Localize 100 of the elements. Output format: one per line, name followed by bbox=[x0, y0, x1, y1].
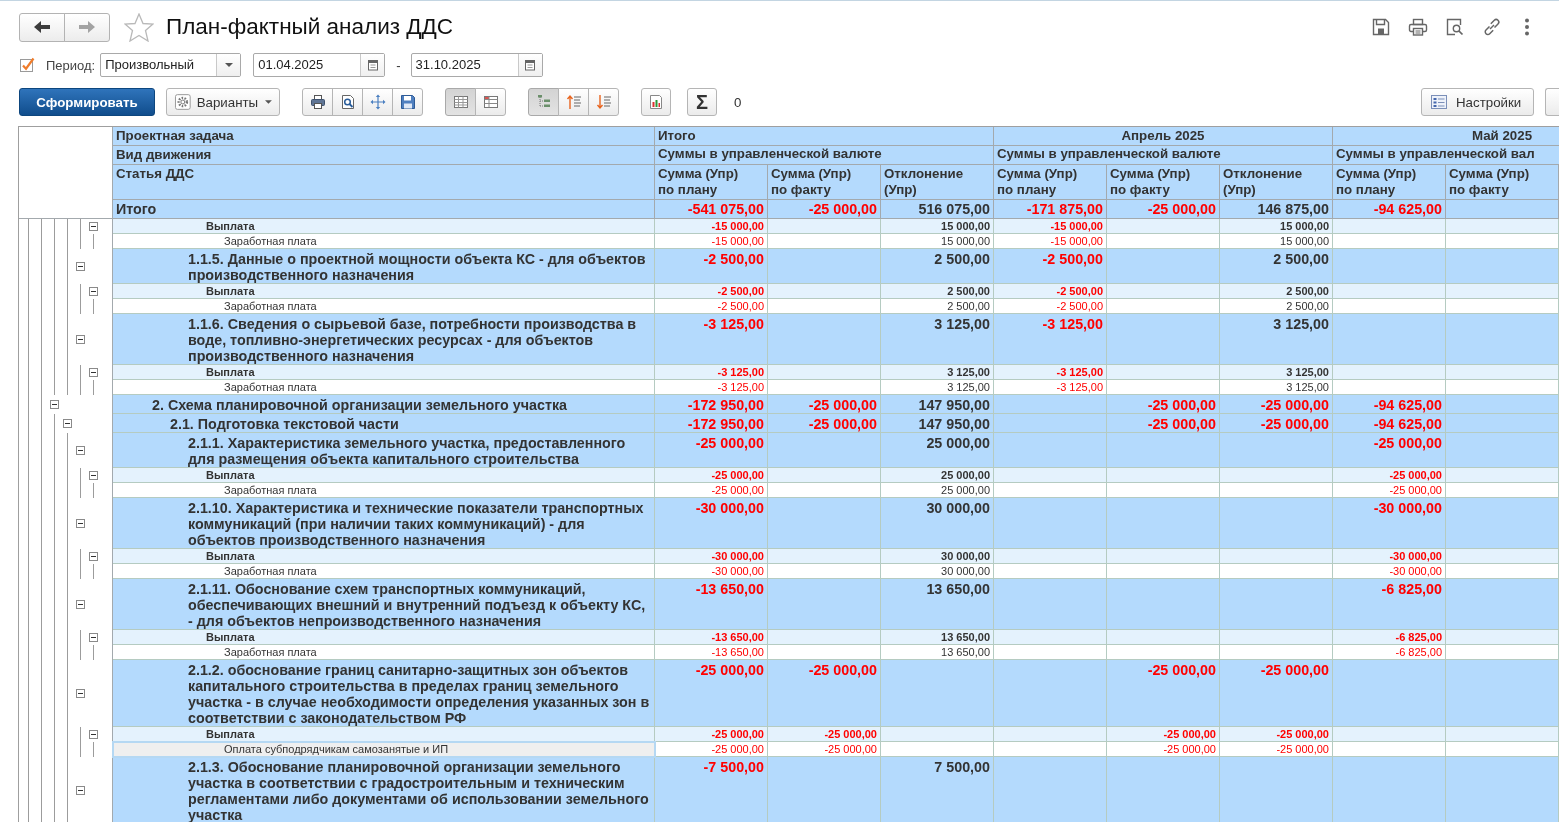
amount-cell: 2 500,00 bbox=[881, 249, 994, 284]
article-label: Заработная плата bbox=[113, 380, 655, 395]
list-icon bbox=[1430, 94, 1448, 110]
print-button[interactable] bbox=[302, 88, 333, 116]
calendar-button[interactable] bbox=[517, 54, 542, 76]
section-label: 2.1. Подготовка текстовой части bbox=[113, 414, 655, 433]
period-type-field[interactable]: Произвольный bbox=[100, 53, 242, 77]
amount-cell: 13 650,00 bbox=[881, 630, 994, 645]
collapse-icon[interactable] bbox=[76, 600, 85, 609]
total-amount: -25 000,00 bbox=[1107, 200, 1220, 219]
preview-button[interactable] bbox=[1444, 17, 1466, 37]
column-header: Отклонение (Упр) bbox=[1220, 165, 1333, 200]
amount-cell: -25 000,00 bbox=[1220, 395, 1333, 414]
collapse-icon[interactable] bbox=[89, 287, 98, 296]
amount-cell: -2 500,00 bbox=[655, 284, 768, 299]
movement-label: Выплата bbox=[113, 219, 655, 234]
movement-label: Выплата bbox=[113, 549, 655, 564]
amount-cell: 3 125,00 bbox=[881, 380, 994, 395]
table-icon bbox=[452, 94, 469, 110]
amount-cell: 13 650,00 bbox=[881, 645, 994, 660]
gear-icon bbox=[174, 93, 192, 111]
table-view-button[interactable] bbox=[445, 88, 476, 116]
total-amount: -25 000,00 bbox=[768, 200, 881, 219]
amount-cell: 147 950,00 bbox=[881, 395, 994, 414]
settings-button[interactable]: Настройки bbox=[1421, 88, 1534, 116]
collapse-icon[interactable] bbox=[76, 786, 85, 795]
calendar-button[interactable] bbox=[360, 54, 385, 76]
column-header: Сумма (Упр) по факту bbox=[1446, 165, 1559, 200]
amount-cell: -25 000,00 bbox=[1333, 433, 1446, 468]
collapse-icon[interactable] bbox=[76, 335, 85, 344]
date-from-field[interactable]: 01.04.2025 bbox=[253, 53, 386, 77]
collapse-icon[interactable] bbox=[76, 262, 85, 271]
amount-cell: -25 000,00 bbox=[655, 660, 768, 727]
amount-cell: -25 000,00 bbox=[1107, 742, 1220, 757]
printer-icon bbox=[309, 94, 326, 110]
grid-view-button[interactable] bbox=[475, 88, 506, 116]
column-header: Сумма (Упр) по факту bbox=[1107, 165, 1220, 200]
star-icon[interactable] bbox=[124, 12, 154, 42]
generate-button[interactable]: Сформировать bbox=[19, 88, 155, 116]
collapse-icon[interactable] bbox=[89, 552, 98, 561]
collapse-icon[interactable] bbox=[63, 419, 72, 428]
variants-button[interactable]: Варианты bbox=[166, 88, 280, 116]
amount-cell: -30 000,00 bbox=[655, 498, 768, 549]
bar-chart-icon bbox=[648, 94, 664, 110]
amount-cell: -94 625,00 bbox=[1333, 414, 1446, 433]
amount-cell: -25 000,00 bbox=[1220, 727, 1333, 742]
document-search-icon bbox=[1445, 17, 1465, 37]
article-label: Заработная плата bbox=[113, 645, 655, 660]
column-header: Сумма (Упр) по плану bbox=[655, 165, 768, 200]
amount-cell: -94 625,00 bbox=[1333, 395, 1446, 414]
amount-cell: 13 650,00 bbox=[881, 579, 994, 630]
collapse-icon[interactable] bbox=[89, 222, 98, 231]
amount-cell: -172 950,00 bbox=[655, 414, 768, 433]
print-button[interactable] bbox=[1407, 17, 1429, 37]
dropdown-button[interactable] bbox=[216, 54, 241, 76]
period-checkbox[interactable] bbox=[19, 57, 35, 73]
chart-button[interactable] bbox=[641, 88, 671, 116]
collapse-icon[interactable] bbox=[76, 446, 85, 455]
preview-button[interactable] bbox=[332, 88, 363, 116]
save-button[interactable] bbox=[392, 88, 423, 116]
amount-cell: -30 000,00 bbox=[1333, 549, 1446, 564]
amount-cell: 3 125,00 bbox=[881, 365, 994, 380]
amount-cell: -25 000,00 bbox=[768, 727, 881, 742]
article-label: Заработная плата bbox=[113, 564, 655, 579]
article-label: Заработная плата bbox=[113, 299, 655, 314]
amount-cell: -25 000,00 bbox=[1220, 414, 1333, 433]
amount-cell: -3 125,00 bbox=[994, 314, 1107, 365]
total-amount: -94 625,00 bbox=[1333, 200, 1446, 219]
tree-view-button[interactable] bbox=[528, 88, 559, 116]
amount-cell: -15 000,00 bbox=[994, 234, 1107, 249]
date-separator: - bbox=[396, 57, 401, 73]
section-label: 2.1.1. Характеристика земельного участка, предоставленного для размещения объекта капитального строительства bbox=[113, 433, 655, 468]
movement-label: Выплата bbox=[113, 284, 655, 299]
amount-cell: -25 000,00 bbox=[655, 483, 768, 498]
date-to-field[interactable]: 31.10.2025 bbox=[410, 53, 543, 77]
amount-cell: -25 000,00 bbox=[1333, 468, 1446, 483]
total-amount: -541 075,00 bbox=[655, 200, 768, 219]
column-group-header: Май 2025 bbox=[1333, 127, 1559, 146]
column-group-subheader: Суммы в управленческой вал bbox=[1333, 146, 1559, 165]
collapse-icon[interactable] bbox=[76, 519, 85, 528]
sum-button[interactable]: Σ bbox=[687, 88, 717, 116]
amount-cell: 3 125,00 bbox=[1220, 314, 1333, 365]
amount-cell: -25 000,00 bbox=[1107, 395, 1220, 414]
collapse-icon[interactable] bbox=[76, 689, 85, 698]
window-title: План-фактный анализ ДДС bbox=[166, 14, 454, 40]
amount-cell: 15 000,00 bbox=[881, 234, 994, 249]
move-button[interactable] bbox=[362, 88, 393, 116]
row-header: Проектная задача bbox=[113, 127, 655, 146]
tree-list-icon bbox=[535, 94, 552, 110]
collapse-icon[interactable] bbox=[89, 471, 98, 480]
amount-cell: -25 000,00 bbox=[655, 727, 768, 742]
amount-cell: -2 500,00 bbox=[655, 249, 768, 284]
collapse-icon[interactable] bbox=[89, 730, 98, 739]
save-button[interactable] bbox=[1370, 17, 1392, 37]
amount-cell: -13 650,00 bbox=[655, 645, 768, 660]
collapse-icon[interactable] bbox=[50, 400, 59, 409]
collapse-icon[interactable] bbox=[89, 368, 98, 377]
amount-cell: 25 000,00 bbox=[881, 433, 994, 468]
collapse-icon[interactable] bbox=[89, 633, 98, 642]
back-button[interactable] bbox=[19, 12, 65, 42]
